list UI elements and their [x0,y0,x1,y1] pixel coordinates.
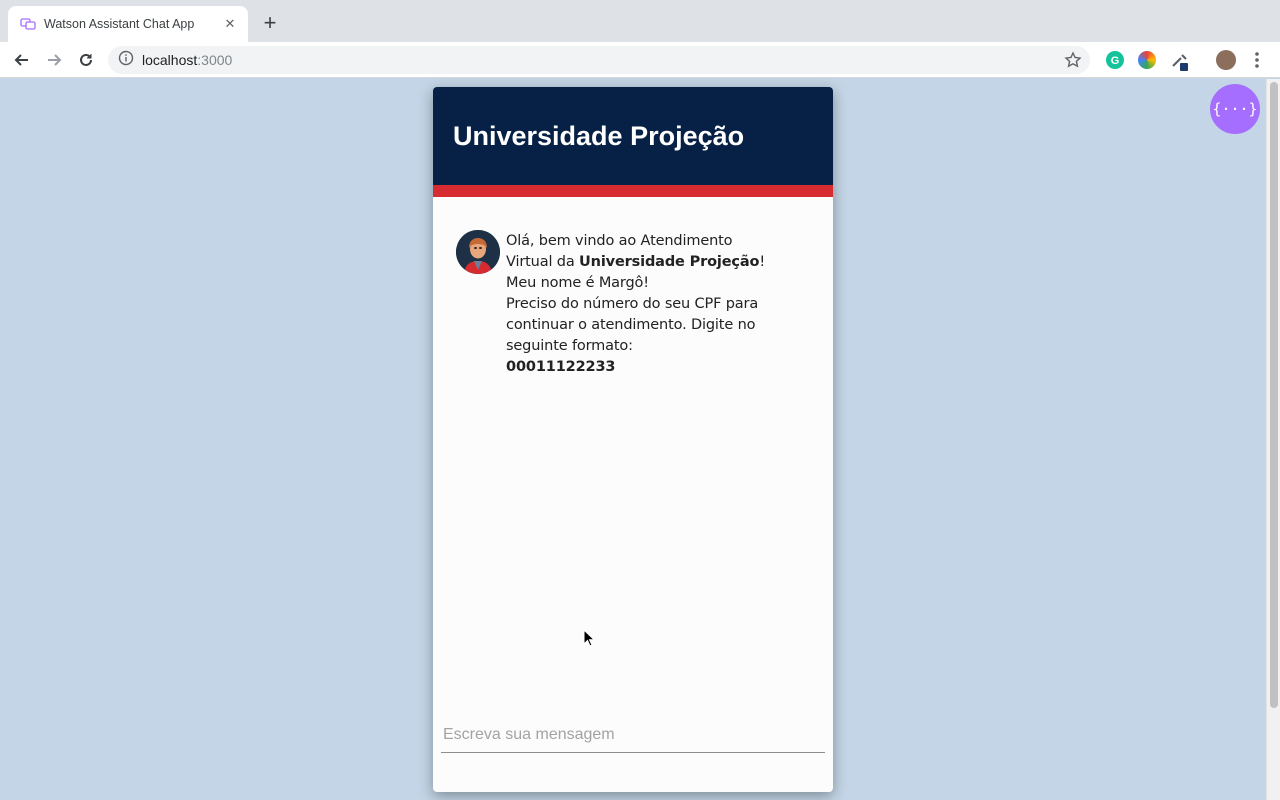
profile-avatar[interactable] [1216,50,1236,70]
json-toggle-button[interactable]: {···} [1210,84,1260,134]
message-line: Meu nome é Margô! [506,275,649,291]
bot-avatar [456,230,500,274]
forward-icon[interactable] [42,48,66,72]
chat-header: Universidade Projeção [433,87,833,185]
message-line: Preciso do número do seu CPF para [506,296,759,312]
new-tab-button[interactable]: + [258,12,282,36]
mouse-cursor-icon [583,628,596,647]
message-line: seguinte formato: [506,338,633,354]
message-input[interactable] [441,717,825,752]
chat-title: Universidade Projeção [453,120,745,151]
chat-window: Universidade Projeção Olá, bem vindo ao … [433,87,833,792]
tab-title: Watson Assistant Chat App [44,17,195,31]
message-input-wrapper [441,717,825,753]
page-scroll-thumb[interactable] [1270,82,1278,708]
bookmark-star-icon[interactable] [1064,51,1082,69]
grammarly-extension-icon[interactable]: G [1106,51,1124,69]
message-line: Virtual da Universidade Projeção! [506,252,765,273]
bot-message-text: Olá, bem vindo ao Atendimento Virtual da… [506,231,765,378]
message-line: continuar o atendimento. Digite no [506,317,756,333]
cpf-format-example: 00011122233 [506,359,616,375]
svg-text:G: G [1111,55,1120,67]
address-bar[interactable]: localhost:3000 [108,46,1090,74]
message-fragment: ! [759,254,765,270]
tab-close-button[interactable]: ✕ [222,16,238,32]
message-line: Olá, bem vindo ao Atendimento [506,233,733,249]
url-host: localhost [142,52,198,68]
json-braces-icon: {···} [1212,100,1258,118]
message-fragment: Virtual da [506,254,580,270]
message-bold-university: Universidade Projeção [579,254,760,270]
reload-icon[interactable] [74,48,98,72]
browser-tab[interactable]: Watson Assistant Chat App ✕ [8,6,248,42]
menu-dots-icon[interactable] [1252,51,1262,74]
browser-tabstrip: Watson Assistant Chat App ✕ + [0,0,1280,42]
chat-bubbles-icon [20,16,36,32]
header-stripe [433,185,833,197]
bot-message: Olá, bem vindo ao Atendimento Virtual da… [456,230,776,378]
color-extension-icon[interactable] [1138,51,1156,69]
eyedropper-extension-icon[interactable] [1170,51,1188,71]
page-scrollbar[interactable] [1266,79,1280,800]
browser-toolbar: localhost:3000 G [0,42,1280,78]
url-port: :3000 [197,52,233,68]
info-icon[interactable] [118,50,134,71]
message-line: 00011122233 [506,357,765,378]
back-icon[interactable] [10,48,34,72]
